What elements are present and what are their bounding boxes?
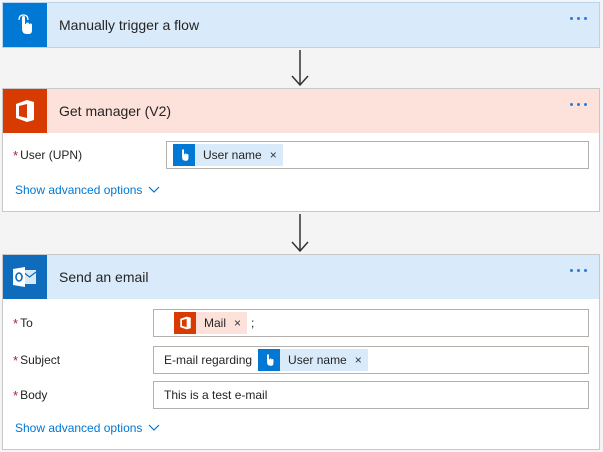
mail-token[interactable]: Mail × bbox=[174, 312, 248, 334]
show-advanced-options-link[interactable]: Show advanced options bbox=[15, 421, 160, 435]
send-email-card: Send an email * To Mail × ; * Subject E-… bbox=[2, 254, 600, 450]
touch-icon bbox=[3, 3, 47, 47]
advanced-options-label: Show advanced options bbox=[15, 421, 143, 435]
token-label: User name bbox=[203, 148, 262, 162]
touch-icon bbox=[258, 349, 281, 371]
user-upn-label: User (UPN) bbox=[20, 148, 83, 162]
remove-token-button[interactable]: × bbox=[355, 353, 362, 367]
get-manager-header[interactable]: Get manager (V2) bbox=[3, 89, 599, 133]
body-label: Body bbox=[20, 388, 48, 402]
to-separator: ; bbox=[251, 316, 255, 330]
user-upn-field[interactable]: User name × bbox=[166, 141, 589, 169]
required-mark: * bbox=[13, 387, 19, 403]
trigger-card: Manually trigger a flow bbox=[2, 2, 600, 48]
trigger-header[interactable]: Manually trigger a flow bbox=[3, 3, 599, 47]
body-text: This is a test e-mail bbox=[164, 388, 268, 402]
to-label: To bbox=[20, 316, 33, 330]
subject-label: Subject bbox=[20, 353, 61, 367]
trigger-title: Manually trigger a flow bbox=[59, 17, 200, 33]
subject-row: * Subject E-mail regarding User name × bbox=[13, 346, 589, 374]
connector-arrow-icon bbox=[288, 50, 312, 88]
remove-token-button[interactable]: × bbox=[270, 148, 277, 162]
get-manager-more-button[interactable] bbox=[570, 103, 587, 106]
office-icon bbox=[3, 89, 47, 133]
to-row: * To Mail × ; bbox=[13, 309, 589, 337]
token-label: Mail bbox=[204, 316, 227, 330]
connector-arrow-icon bbox=[288, 214, 312, 254]
to-field[interactable]: Mail × ; bbox=[153, 309, 589, 337]
touch-icon bbox=[173, 144, 195, 166]
user-name-token[interactable]: User name × bbox=[173, 144, 283, 166]
body-field[interactable]: This is a test e-mail bbox=[153, 381, 589, 409]
remove-token-button[interactable]: × bbox=[234, 316, 241, 330]
subject-field[interactable]: E-mail regarding User name × bbox=[153, 346, 589, 374]
show-advanced-options-link[interactable]: Show advanced options bbox=[15, 183, 160, 197]
trigger-more-button[interactable] bbox=[570, 17, 587, 20]
required-mark: * bbox=[13, 147, 19, 163]
send-email-title: Send an email bbox=[59, 269, 149, 285]
get-manager-title: Get manager (V2) bbox=[59, 103, 172, 119]
user-name-token[interactable]: User name × bbox=[258, 349, 368, 371]
get-manager-card: Get manager (V2) * User (UPN) User name … bbox=[2, 88, 600, 212]
chevron-down-icon bbox=[149, 424, 160, 431]
user-upn-row: * User (UPN) User name × bbox=[13, 141, 589, 169]
advanced-options-label: Show advanced options bbox=[15, 183, 143, 197]
outlook-icon bbox=[3, 255, 47, 299]
required-mark: * bbox=[13, 315, 19, 331]
subject-text: E-mail regarding bbox=[164, 353, 253, 367]
body-row: * Body This is a test e-mail bbox=[13, 381, 589, 409]
send-email-header[interactable]: Send an email bbox=[3, 255, 599, 299]
send-email-more-button[interactable] bbox=[570, 269, 587, 272]
token-label: User name bbox=[288, 353, 347, 367]
office-icon bbox=[174, 312, 196, 334]
chevron-down-icon bbox=[149, 186, 160, 193]
required-mark: * bbox=[13, 352, 19, 368]
